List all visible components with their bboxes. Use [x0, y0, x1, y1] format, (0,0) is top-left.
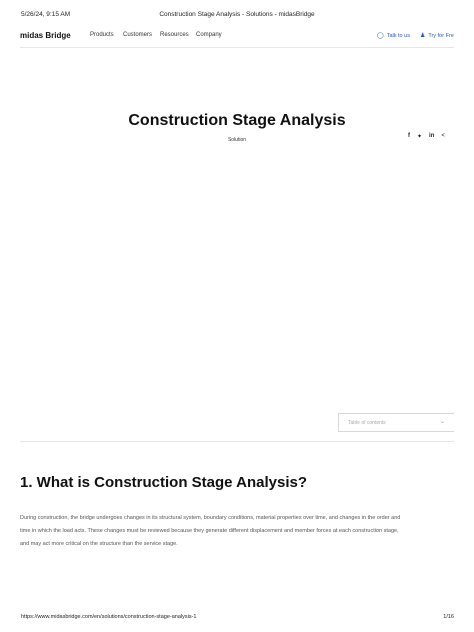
chat-icon: ◯: [377, 33, 384, 39]
brand-logo[interactable]: midas Bridge: [20, 31, 71, 40]
nav-resources[interactable]: Resources: [160, 32, 189, 38]
facebook-icon[interactable]: f: [408, 133, 410, 140]
linkedin-icon[interactable]: in: [429, 133, 434, 140]
try-free-label: Try for Fre: [428, 32, 454, 39]
section-body: During construction, the bridge undergoe…: [20, 512, 454, 551]
twitter-icon[interactable]: ✦: [417, 133, 422, 140]
share-icon[interactable]: <: [441, 133, 445, 140]
body-line: During construction, the bridge undergoe…: [20, 515, 401, 521]
section-divider: [20, 441, 454, 442]
share-bar: f ✦ in <: [408, 133, 445, 140]
table-of-contents-label: Table of contents: [348, 420, 386, 426]
page-category: Solution: [227, 137, 247, 143]
top-navigation: midas Bridge Products Customers Resource…: [20, 27, 454, 48]
nav-company[interactable]: Company: [196, 32, 222, 38]
nav-products[interactable]: Products: [90, 32, 114, 38]
body-line: time in which the load acts. These chang…: [20, 528, 399, 534]
talk-to-us-label: Talk to us: [386, 32, 410, 39]
print-document-title: Construction Stage Analysis - Solutions …: [159, 11, 315, 18]
print-page-number: 1/16: [443, 614, 454, 620]
user-icon: ♟: [420, 33, 426, 39]
print-footer-url: https://www.midasbridge.com/en/solutions…: [21, 614, 197, 620]
try-free-link[interactable]: ♟ Try for Fre: [420, 32, 454, 40]
body-line: and may act more critical on the structu…: [20, 541, 178, 547]
chevron-down-icon: ⌄: [440, 419, 446, 425]
page-title: Construction Stage Analysis: [128, 112, 346, 129]
table-of-contents-dropdown[interactable]: Table of contents ⌄: [338, 413, 454, 432]
nav-customers[interactable]: Customers: [123, 32, 152, 38]
talk-to-us-link[interactable]: ◯ Talk to us: [377, 32, 410, 40]
section-heading: 1. What is Construction Stage Analysis?: [20, 474, 307, 491]
